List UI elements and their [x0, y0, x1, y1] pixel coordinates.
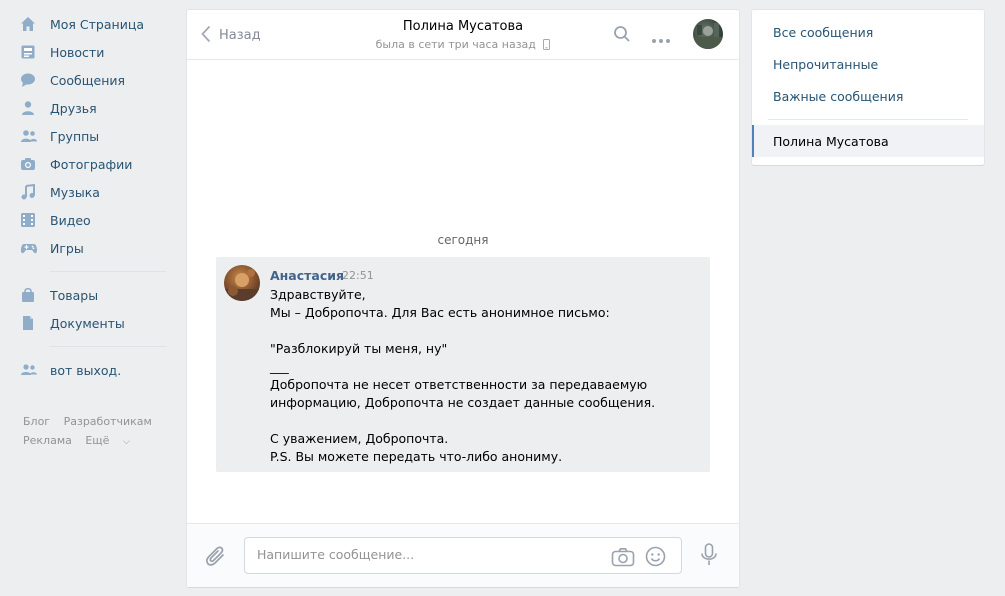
active-conversation-name: Полина Мусатова — [773, 134, 889, 149]
community-icon — [20, 362, 40, 378]
filter-important[interactable]: Важные сообщения — [773, 89, 903, 104]
sidebar-item-games[interactable]: Игры — [20, 236, 84, 260]
sidebar-item-label: Видео — [50, 212, 91, 228]
more-options-icon[interactable] — [651, 32, 671, 47]
footer-link-blog[interactable]: Блог — [23, 415, 50, 428]
nav-divider — [50, 346, 166, 347]
message-author[interactable]: Анастасия — [270, 268, 344, 283]
groups-icon — [20, 128, 40, 144]
message-composer — [187, 523, 739, 587]
chevron-down-icon: ⌵ — [122, 437, 130, 447]
footer-links-row-1: Блог Разработчикам — [23, 415, 162, 428]
filter-divider — [768, 119, 968, 120]
mobile-phone-icon — [543, 39, 551, 53]
music-icon — [20, 184, 40, 200]
sidebar-item-label: Музыка — [50, 184, 100, 200]
paperclip-icon[interactable] — [205, 544, 227, 571]
sidebar-item-label: Документы — [50, 315, 125, 331]
sidebar-item-label: Моя Страница — [50, 16, 144, 32]
sidebar-item-music[interactable]: Музыка — [20, 180, 100, 204]
news-icon — [20, 44, 40, 60]
messages-filter-panel: Все сообщения Непрочитанные Важные сообщ… — [752, 10, 984, 165]
sidebar-item-label: Друзья — [50, 100, 97, 116]
sidebar-item-label: Сообщения — [50, 72, 126, 88]
sidebar-item-documents[interactable]: Документы — [20, 311, 125, 335]
sidebar-item-label: Товары — [50, 287, 99, 303]
sidebar-item-goods[interactable]: Товары — [20, 283, 98, 307]
sidebar-item-video[interactable]: Видео — [20, 208, 91, 232]
friends-icon — [20, 100, 40, 116]
chat-panel: Назад Полина Мусатова была в сети три ча… — [187, 10, 739, 587]
sidebar-item-label: Группы — [50, 128, 100, 144]
filter-all-messages[interactable]: Все сообщения — [773, 25, 873, 40]
footer-more-label: Ещё — [85, 434, 110, 447]
sidebar-item-friends[interactable]: Друзья — [20, 96, 97, 120]
message-time: 22:51 — [342, 269, 374, 282]
sidebar-item-label: вот выход. — [50, 362, 122, 378]
camera-icon — [20, 156, 40, 172]
sidebar-item-news[interactable]: Новости — [20, 40, 104, 64]
sidebar-item-label: Игры — [50, 240, 84, 256]
camera-icon[interactable] — [611, 547, 635, 570]
emoji-smile-icon[interactable] — [645, 546, 666, 570]
sidebar-item-my-page[interactable]: Моя Страница — [20, 12, 144, 36]
date-separator: сегодня — [437, 233, 489, 247]
message-bubble[interactable]: Анастасия 22:51 Здравствуйте, Мы – Добро… — [216, 257, 710, 472]
gamepad-icon — [20, 240, 40, 256]
footer-link-ads[interactable]: Реклама — [23, 434, 72, 447]
sidebar-item-community[interactable]: вот выход. — [20, 358, 121, 382]
message-input[interactable] — [257, 547, 597, 562]
author-avatar[interactable] — [224, 265, 260, 301]
message-text: Здравствуйте, Мы – Добропочта. Для Вас е… — [270, 287, 656, 464]
search-icon[interactable] — [613, 25, 631, 46]
filter-unread[interactable]: Непрочитанные — [773, 57, 878, 72]
sidebar-item-label: Фотографии — [50, 156, 133, 172]
chat-header: Назад Полина Мусатова была в сети три ча… — [187, 10, 739, 60]
footer-link-developers[interactable]: Разработчикам — [64, 415, 152, 428]
peer-status-text: была в сети три часа назад — [375, 38, 536, 51]
active-conversation-item[interactable]: Полина Мусатова — [752, 125, 984, 157]
footer-links-row-2: Реклама Ещё ⌵ — [23, 434, 150, 447]
microphone-icon[interactable] — [700, 543, 718, 570]
home-icon — [20, 16, 40, 32]
peer-avatar[interactable] — [693, 19, 723, 49]
nav-divider — [50, 271, 166, 272]
sidebar-item-groups[interactable]: Группы — [20, 124, 99, 148]
document-icon — [20, 315, 40, 331]
message-input-box[interactable] — [244, 537, 682, 574]
video-icon — [20, 212, 40, 228]
messages-icon — [20, 72, 40, 88]
sidebar-item-photos[interactable]: Фотографии — [20, 152, 132, 176]
footer-link-more[interactable]: Ещё ⌵ — [85, 434, 139, 447]
shopping-bag-icon — [20, 287, 40, 303]
sidebar-item-label: Новости — [50, 44, 105, 60]
sidebar-item-messages[interactable]: Сообщения — [20, 68, 125, 92]
